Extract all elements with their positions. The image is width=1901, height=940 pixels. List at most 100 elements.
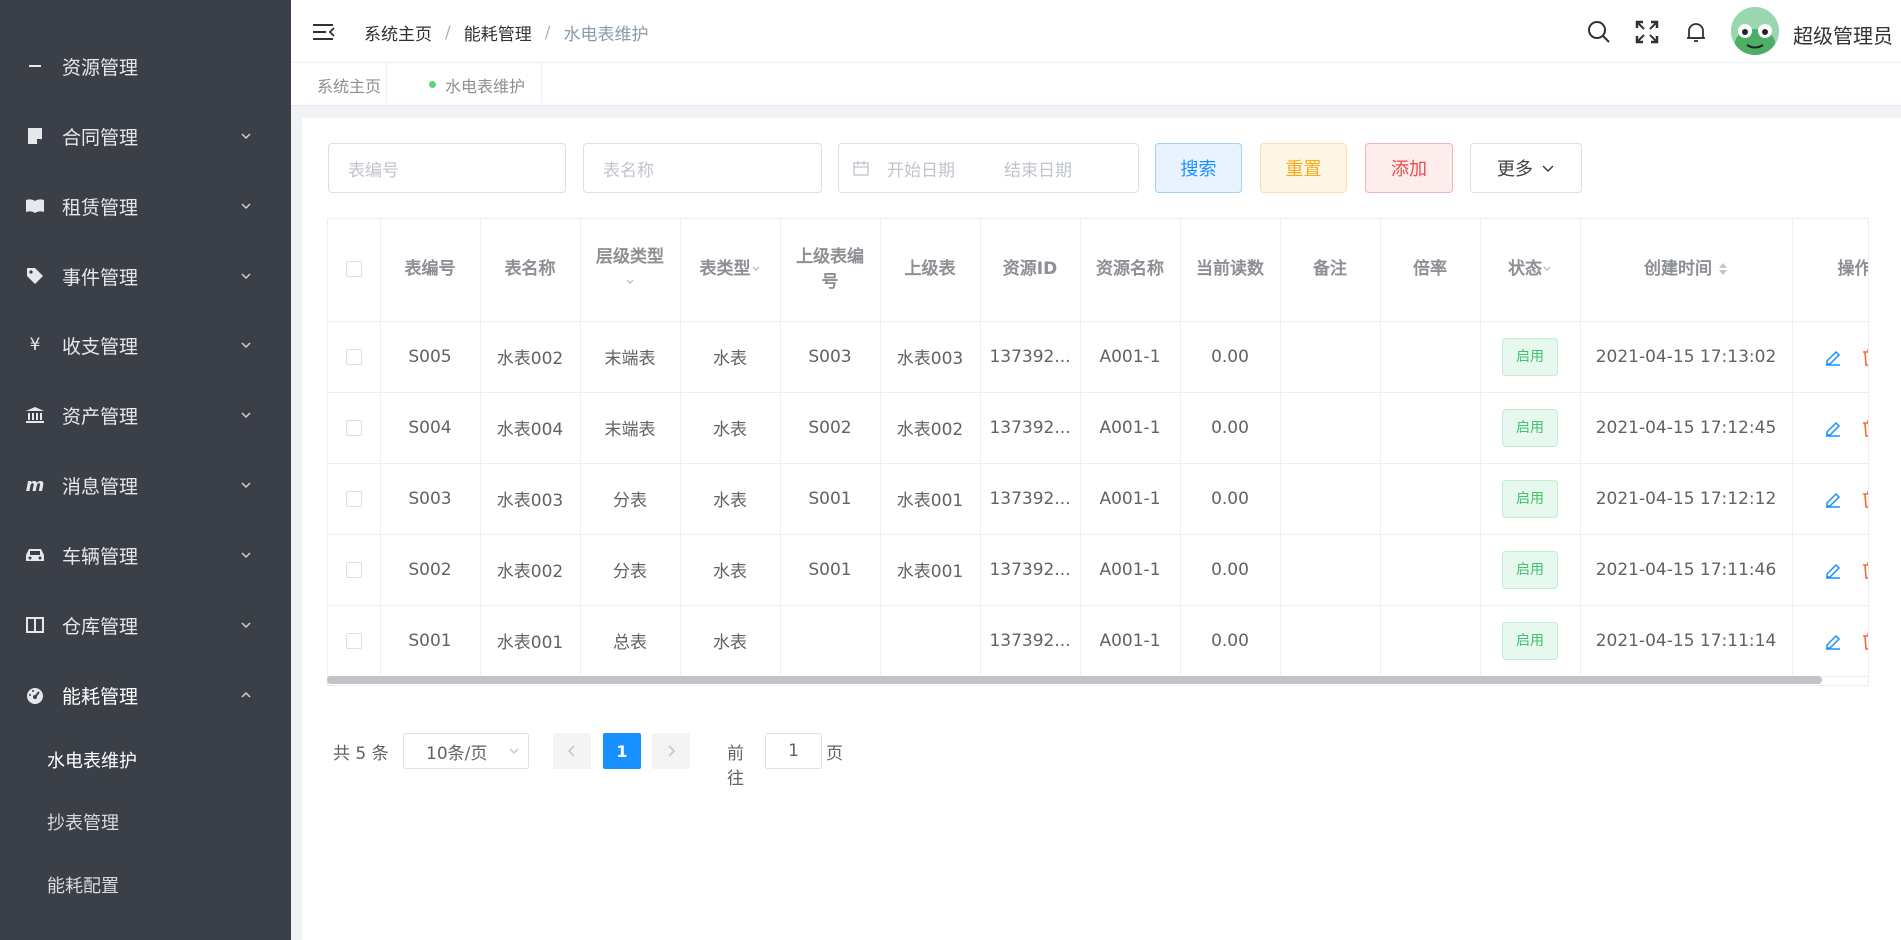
checkbox[interactable]: [345, 490, 362, 507]
meter-name-input[interactable]: 表名称: [583, 143, 822, 193]
checkbox[interactable]: [345, 419, 362, 436]
menu-resource[interactable]: 资源管理: [0, 41, 291, 91]
active-dot-icon: [429, 81, 436, 88]
cell-code: S005: [380, 321, 481, 393]
sort-icon[interactable]: [1718, 261, 1728, 277]
menu-contract[interactable]: 合同管理: [0, 111, 291, 161]
cell-actions: [1792, 321, 1870, 393]
menu-lease[interactable]: 租赁管理: [0, 181, 291, 231]
chevron-left-icon: [567, 745, 575, 757]
header-parent: 上级表: [880, 219, 981, 322]
table-row[interactable]: S003 水表003 分表 水表 S001 水表001 137392... A001-1 0.0…: [328, 463, 1870, 535]
cell-rate: [1380, 463, 1481, 535]
car-icon: [24, 544, 46, 566]
total-count: 共 5 条: [333, 744, 389, 764]
row-select-cell[interactable]: [328, 321, 381, 393]
menu-finance[interactable]: ¥ 收支管理: [0, 320, 291, 370]
edit-icon[interactable]: [1823, 631, 1843, 651]
more-button[interactable]: 更多: [1470, 143, 1582, 193]
menu-warehouse[interactable]: 仓库管理: [0, 600, 291, 650]
cell-parent: [880, 605, 981, 677]
row-select-cell[interactable]: [328, 605, 381, 677]
menu-message[interactable]: m 消息管理: [0, 460, 291, 510]
header-type[interactable]: 表类型: [680, 219, 781, 322]
username[interactable]: 超级管理员: [1793, 20, 1893, 49]
goto-page-input[interactable]: 1: [765, 733, 822, 769]
tag-icon: [24, 265, 46, 287]
menu-energy[interactable]: 能耗管理: [0, 670, 291, 720]
breadcrumb-energy[interactable]: 能耗管理: [464, 20, 532, 45]
select-all-cell[interactable]: [328, 219, 381, 322]
search-button[interactable]: 搜索: [1155, 143, 1242, 193]
cell-reading: 0.00: [1180, 392, 1281, 464]
yen-icon: ¥: [29, 335, 41, 355]
edit-icon[interactable]: [1823, 489, 1843, 509]
bell-icon[interactable]: [1684, 20, 1708, 44]
cell-actions: [1792, 463, 1870, 535]
table-row[interactable]: S005 水表002 末端表 水表 S003 水表003 137392... A001-1 0.…: [328, 321, 1870, 393]
fullscreen-icon[interactable]: [1635, 20, 1659, 44]
edit-icon[interactable]: [1823, 560, 1843, 580]
checkbox[interactable]: [345, 561, 362, 578]
menu-label: 资源管理: [62, 56, 139, 79]
header-level[interactable]: 层级类型: [580, 219, 681, 322]
page-label: 页: [826, 744, 843, 764]
cell-parent-code: [780, 605, 881, 677]
edit-icon[interactable]: [1823, 347, 1843, 367]
submenu-energy-config[interactable]: 能耗配置: [0, 857, 291, 913]
date-range-picker[interactable]: 开始日期 结束日期: [838, 143, 1139, 193]
reset-button[interactable]: 重置: [1260, 143, 1347, 193]
menu-label: 资产管理: [62, 405, 139, 428]
next-page-button[interactable]: [652, 733, 690, 769]
cell-type: 水表: [680, 534, 781, 606]
header-created[interactable]: 创建时间: [1580, 219, 1793, 322]
delete-icon[interactable]: [1860, 631, 1870, 651]
breadcrumb: 系统主页 / 能耗管理 / 水电表维护: [364, 20, 648, 46]
delete-icon[interactable]: [1860, 347, 1870, 367]
tag-home[interactable]: 系统主页: [291, 63, 387, 106]
menu-event[interactable]: 事件管理: [0, 251, 291, 301]
cell-parent-code: S002: [780, 392, 881, 464]
start-date-placeholder[interactable]: 开始日期: [887, 156, 1004, 181]
row-select-cell[interactable]: [328, 534, 381, 606]
cell-created: 2021-04-15 17:11:14: [1580, 605, 1793, 677]
table-row[interactable]: S002 水表002 分表 水表 S001 水表001 137392... A001-1 0.0…: [328, 534, 1870, 606]
chevron-down-icon: [1543, 266, 1551, 272]
delete-icon[interactable]: [1860, 489, 1870, 509]
search-icon[interactable]: [1587, 20, 1611, 44]
submenu-meter-maintenance[interactable]: 水电表维护: [0, 732, 291, 788]
page-size-select[interactable]: 10条/页: [403, 733, 529, 769]
edit-icon[interactable]: [1823, 418, 1843, 438]
menu-vehicle[interactable]: 车辆管理: [0, 530, 291, 580]
menu-asset[interactable]: 资产管理: [0, 390, 291, 440]
prev-page-button[interactable]: [553, 733, 591, 769]
horizontal-scrollbar[interactable]: [327, 676, 1822, 684]
checkbox[interactable]: [345, 261, 362, 278]
table-row[interactable]: S004 水表004 末端表 水表 S002 水表002 137392... A001-1 0.…: [328, 392, 1870, 464]
delete-icon[interactable]: [1860, 418, 1870, 438]
cell-status: 启用: [1480, 534, 1581, 606]
warehouse-icon: [24, 614, 46, 636]
row-select-cell[interactable]: [328, 392, 381, 464]
row-select-cell[interactable]: [328, 463, 381, 535]
cell-code: S004: [380, 392, 481, 464]
cell-created: 2021-04-15 17:11:46: [1580, 534, 1793, 606]
menu-toggle-icon[interactable]: [313, 22, 335, 42]
cell-code: S002: [380, 534, 481, 606]
delete-icon[interactable]: [1860, 560, 1870, 580]
calendar-icon: [853, 161, 869, 176]
add-button[interactable]: 添加: [1365, 143, 1453, 193]
cell-created: 2021-04-15 17:13:02: [1580, 321, 1793, 393]
page-number-button[interactable]: 1: [603, 733, 641, 769]
submenu-meter-reading[interactable]: 抄表管理: [0, 794, 291, 850]
meter-code-input[interactable]: 表编号: [328, 143, 566, 193]
end-date-placeholder[interactable]: 结束日期: [1004, 156, 1072, 181]
tag-meter-maintenance[interactable]: 水电表维护: [387, 63, 542, 106]
checkbox[interactable]: [345, 348, 362, 365]
avatar[interactable]: [1731, 7, 1779, 55]
meter-table: 表编号 表名称 层级类型 表类型 上级表编号 上级表 资源ID 资源名称 当前读…: [327, 218, 1869, 686]
breadcrumb-home[interactable]: 系统主页: [364, 20, 432, 45]
header-status[interactable]: 状态: [1480, 219, 1581, 322]
table-row[interactable]: S001 水表001 总表 水表 137392... A001-1 0.00 启用 2021-0…: [328, 605, 1870, 677]
checkbox[interactable]: [345, 632, 362, 649]
